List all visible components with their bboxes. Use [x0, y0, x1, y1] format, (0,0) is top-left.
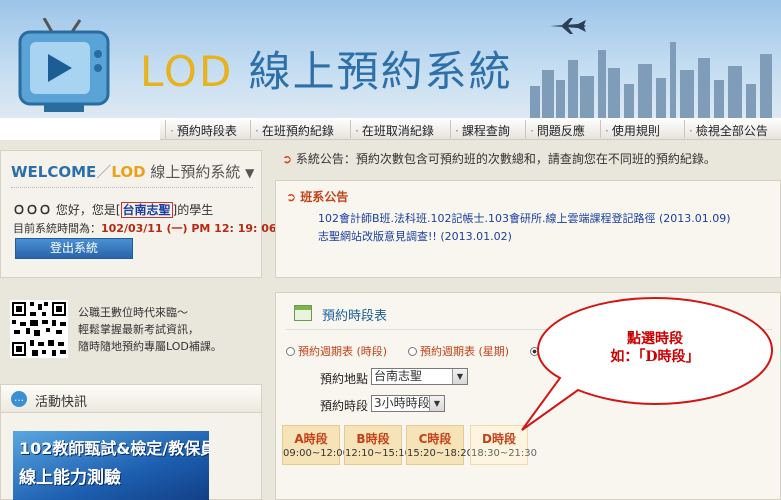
promo-line: 輕鬆掌握最新考試資訊， [78, 323, 199, 336]
logout-button[interactable]: 登出系統 [15, 238, 133, 259]
welcome-slash: ／ [96, 163, 112, 181]
slot-time: 15:20~18:20 [407, 448, 474, 459]
calendar-icon [294, 305, 312, 321]
class-announcement-heading: 班系公告 [300, 190, 349, 204]
slot-time: 09:00~12:00 [283, 448, 350, 459]
user-name-mask: ＯＯＯ [13, 203, 53, 217]
promo-line: 隨時隨地預約專屬LOD補課。 [78, 340, 222, 353]
period-select[interactable]: 3小時時段 ▼ [371, 395, 445, 412]
banner-subline: 線上能力測驗 [19, 468, 121, 488]
slot-name: B時段 [356, 432, 390, 446]
banner-headline: 102教師甄試&檢定/教保員 [19, 439, 209, 458]
period-value: 3小時時段 [374, 396, 430, 410]
nav-item-all-announcements[interactable]: 檢視全部公告 [684, 120, 768, 138]
schedule-panel: 預約時段表 預約週期表 (時段) 預約週期表 (星期) 預約 預約地點 台南志聖… [275, 292, 781, 500]
user-greeting: ＯＯＯ 您好，您是[台南志聖]的學生 [13, 201, 213, 218]
slot-c[interactable]: C時段 15:20~18:20 [406, 425, 474, 465]
welcome-title: WELCOME／LOD 線上預約系統 ▼ [11, 161, 254, 182]
radio-label: 預約 [542, 345, 564, 358]
chevron-down-icon[interactable]: ▼ [452, 369, 467, 384]
location-value: 台南志聖 [374, 369, 423, 383]
system-time-value: 102/03/11 (一) PM 12: 19: 06 [101, 222, 277, 235]
activity-header: … 活動快訊 [1, 385, 261, 413]
system-time-label: 目前系統時間為： [13, 222, 101, 235]
arrow-circle-icon: ➲ [282, 152, 293, 166]
nav-item-booking-records[interactable]: 在班預約紀錄 [250, 120, 334, 138]
slot-time: 18:30~21:30 [471, 448, 538, 459]
announcement-link[interactable]: 志聖網站改版意見調查!! (2013.01.02) [318, 228, 512, 244]
arrow-circle-icon: ➲ [286, 190, 297, 204]
divider [11, 187, 253, 188]
promo-panel: 公職王數位時代來臨～ 輕鬆掌握最新考試資訊， 隨時隨地預約專屬LOD補課。 [0, 292, 262, 370]
location-select[interactable]: 台南志聖 ▼ [371, 368, 468, 385]
tv-logo-icon [18, 18, 110, 112]
dropdown-triangle-icon[interactable]: ▼ [245, 166, 254, 180]
site-title-lod: LOD [140, 47, 234, 96]
user-school: 台南志聖 [120, 202, 173, 218]
greeting-tail: ]的學生 [172, 203, 214, 217]
speech-bubble-icon: … [11, 391, 27, 407]
nav-item-course-search[interactable]: 課程查詢 [450, 120, 510, 138]
radio-weekly-by-slot[interactable]: 預約週期表 (時段) [286, 343, 387, 359]
callout-line: 點選時段 [627, 331, 683, 347]
city-skyline-image [530, 42, 772, 118]
nav-spacer [0, 118, 160, 140]
chevron-down-icon[interactable]: ▼ [429, 396, 444, 411]
site-title-text: 線上預約系統 [233, 47, 513, 96]
promo-line: 公職王數位時代來臨～ [78, 306, 188, 319]
slot-name: D時段 [482, 432, 516, 446]
radio-weekly-by-day[interactable]: 預約週期表 (星期) [408, 343, 509, 359]
radio-booking[interactable]: 預約 [530, 343, 564, 359]
activity-title: 活動快訊 [35, 395, 88, 410]
schedule-title: 預約時段表 [322, 309, 388, 324]
activity-banner[interactable]: 102教師甄試&檢定/教保員 線上能力測驗 [13, 431, 209, 500]
nav-item-feedback[interactable]: 問題反應 [525, 120, 585, 138]
nav-item-cancel-records[interactable]: 在班取消紀錄 [350, 120, 434, 138]
site-title: LOD 線上預約系統 [140, 38, 513, 99]
radio-button[interactable] [286, 347, 295, 356]
class-announcement-panel: ➲ 班系公告 102會計師B班.法科班.102記帳士.103會研所.線上雲端課程… [275, 180, 781, 278]
slot-name: C時段 [418, 432, 452, 446]
activity-panel: … 活動快訊 102教師甄試&檢定/教保員 線上能力測驗 [0, 384, 262, 500]
class-announcement-title: ➲ 班系公告 [286, 188, 348, 205]
welcome-panel: WELCOME／LOD 線上預約系統 ▼ ＯＯＯ 您好，您是[台南志聖]的學生 … [0, 150, 277, 278]
qr-code-icon[interactable] [10, 300, 68, 358]
welcome-word: WELCOME [11, 163, 97, 181]
welcome-lod: LOD [111, 163, 146, 181]
site-header: LOD 線上預約系統 [0, 0, 781, 118]
radio-button[interactable] [408, 347, 417, 356]
announcement-text: 預約次數包含可預約班的次數總和，請查詢您在不同班的預約紀錄。 [355, 152, 716, 166]
slot-a[interactable]: A時段 09:00~12:00 [282, 425, 350, 465]
nav-item-schedule[interactable]: 預約時段表 [165, 120, 237, 138]
radio-label: 預約週期表 (星期) [420, 345, 510, 358]
welcome-system-name: 線上預約系統 [145, 163, 241, 181]
greeting-text: 您好，您是[ [52, 203, 121, 217]
slot-time: 12:10~15:10 [345, 448, 412, 459]
nav-item-rules[interactable]: 使用規則 [600, 120, 660, 138]
radio-button-selected[interactable] [530, 347, 539, 356]
slot-d[interactable]: D時段 18:30~21:30 [470, 425, 538, 465]
promo-text: 公職王數位時代來臨～ 輕鬆掌握最新考試資訊， 隨時隨地預約專屬LOD補課。 [78, 304, 222, 355]
callout-line: 如：「D時段」 [610, 349, 700, 365]
period-label: 預約時段 [320, 399, 369, 413]
system-announcement: ➲ 系統公告：預約次數包含可預約班的次數總和，請查詢您在不同班的預約紀錄。 [282, 150, 781, 172]
system-time: 目前系統時間為：102/03/11 (一) PM 12: 19: 06 [13, 220, 277, 236]
callout-text: 點選時段 如：「D時段」 [590, 330, 720, 366]
main-nav: 預約時段表 在班預約紀錄 在班取消紀錄 課程查詢 問題反應 使用規則 檢視全部公… [0, 118, 781, 140]
location-label: 預約地點 [320, 372, 369, 386]
announcement-prefix: 系統公告： [295, 152, 356, 166]
radio-label: 預約週期表 (時段) [298, 345, 388, 358]
slot-b[interactable]: B時段 12:10~15:10 [344, 425, 412, 465]
slot-name: A時段 [294, 432, 328, 446]
announcement-link[interactable]: 102會計師B班.法科班.102記帳士.103會研所.線上雲端課程登記路徑 (2… [318, 210, 731, 226]
airplane-icon [550, 18, 586, 34]
